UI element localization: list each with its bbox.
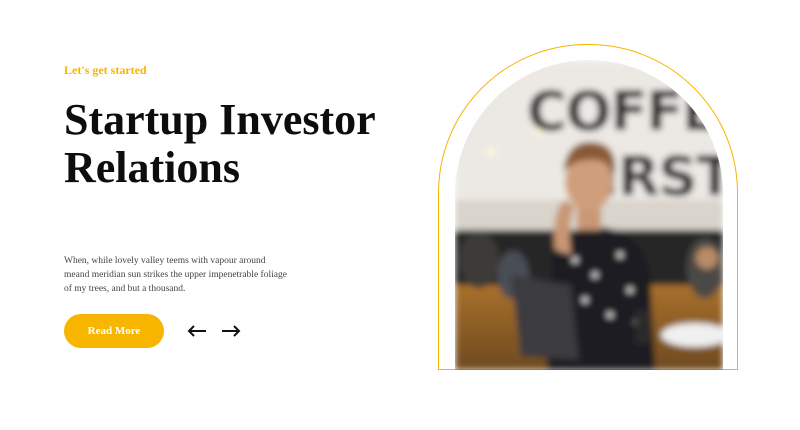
page-title: Startup Investor Relations <box>64 96 404 192</box>
arrow-right-icon <box>222 325 241 337</box>
hero-section: Let's get started Startup Investor Relat… <box>0 0 800 430</box>
prev-arrow-button[interactable] <box>186 321 208 341</box>
hero-description: When, while lovely valley teems with vap… <box>64 256 287 294</box>
cafe-photo-illustration: COFFEE FIRST <box>455 60 723 370</box>
title-line-2: Relations <box>64 143 240 192</box>
read-more-button[interactable]: Read More <box>64 314 164 348</box>
title-line-1: Startup Investor <box>64 95 376 144</box>
hero-photo: COFFEE FIRST <box>455 60 723 370</box>
next-arrow-button[interactable] <box>220 321 242 341</box>
arrow-left-icon <box>187 325 206 337</box>
eyebrow-label: Let's get started <box>64 63 147 77</box>
